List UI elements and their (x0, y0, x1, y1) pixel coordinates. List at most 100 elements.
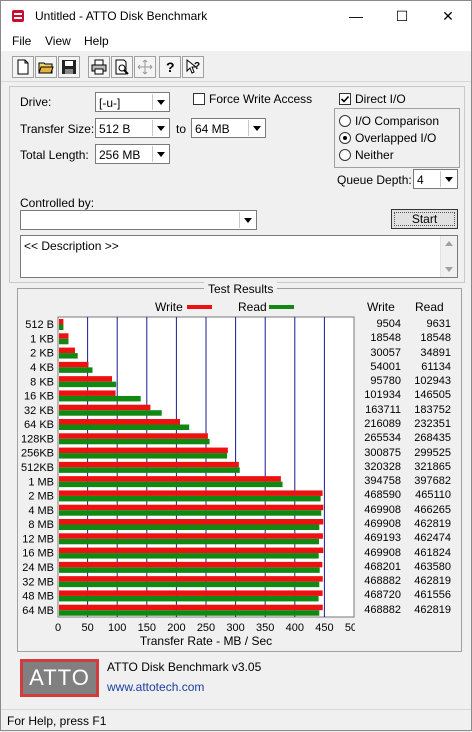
neither-radio[interactable] (339, 149, 351, 161)
write-bar (59, 604, 323, 611)
x-tick-label: 250 (197, 622, 215, 634)
write-value: 469193 (364, 532, 401, 545)
category-label: 128KB (21, 433, 54, 445)
category-label: 48 MB (22, 591, 54, 603)
write-bar (59, 319, 64, 325)
menu-help[interactable]: Help (84, 34, 109, 48)
status-bar: For Help, press F1 (1, 709, 471, 732)
minimize-button[interactable]: — (333, 1, 379, 31)
chevron-down-icon (248, 120, 264, 136)
transfer-rate-chart: 0 50 100 150 200 250 300 350 400 450 500 Transfer R… (21, 316, 355, 648)
print-icon[interactable] (88, 56, 110, 78)
close-button[interactable]: ✕ (425, 1, 471, 31)
x-tick-label: 200 (167, 622, 185, 634)
write-value: 320328 (364, 460, 401, 473)
move-icon[interactable] (134, 56, 156, 78)
drive-select[interactable]: [-u-] (95, 92, 170, 112)
x-tick-label: 50 (81, 622, 93, 634)
write-bar (59, 590, 323, 596)
chevron-down-icon (440, 171, 456, 187)
chevron-down-icon (152, 94, 168, 110)
product-name: ATTO Disk Benchmark v3.05 (107, 660, 262, 674)
svg-text:?: ? (166, 59, 175, 75)
force-write-checkbox[interactable] (193, 93, 205, 105)
checkmark-icon (340, 95, 350, 103)
io-comparison-label: I/O Comparison (355, 114, 440, 128)
read-bar (59, 453, 228, 459)
category-label: 512 B (25, 319, 54, 331)
description-scrollbar[interactable] (440, 236, 457, 277)
category-label: 2 KB (30, 348, 54, 360)
category-label: 8 KB (30, 376, 54, 388)
website-link[interactable]: www.attotech.com (107, 680, 204, 694)
write-value: 163711 (365, 403, 401, 416)
read-value: 9631 (426, 318, 451, 330)
open-icon[interactable] (35, 56, 57, 78)
category-label: 16 KB (24, 391, 54, 403)
category-label: 16 MB (22, 548, 54, 560)
category-label: 64 MB (22, 605, 54, 617)
write-bar (59, 404, 151, 411)
neither-label: Neither (355, 148, 394, 162)
write-bar (59, 347, 75, 354)
total-length-select[interactable]: 256 MB (95, 144, 170, 164)
read-value: 461556 (414, 589, 451, 602)
read-bar (59, 467, 240, 473)
scroll-up-icon (445, 241, 453, 246)
write-value: 30057 (370, 346, 401, 359)
print-preview-icon[interactable] (111, 56, 133, 78)
write-bar (59, 533, 323, 539)
legend-write-label: Write (155, 300, 183, 314)
start-button[interactable]: Start (391, 209, 458, 229)
overlapped-io-radio[interactable] (339, 132, 351, 144)
force-write-label: Force Write Access (209, 92, 313, 106)
x-tick-label: 150 (138, 622, 156, 634)
read-value: 462819 (414, 603, 451, 616)
read-bar (59, 610, 320, 616)
results-table: 9504 9631 18548 18548 30057 34891 54001 61134 95… (355, 314, 455, 616)
write-value: 9504 (376, 318, 401, 330)
app-window: Untitled - ATTO Disk Benchmark — ☐ ✕ Fil… (0, 0, 472, 731)
read-value: 397682 (414, 475, 451, 488)
write-bar (59, 561, 323, 568)
transfer-to-select[interactable]: 64 MB (191, 118, 266, 138)
read-bar (59, 524, 320, 530)
category-label: 24 MB (22, 562, 54, 574)
queue-depth-select[interactable]: 4 (413, 169, 458, 189)
read-bar (59, 553, 319, 559)
menu-file[interactable]: File (12, 34, 31, 48)
menu-bar: File View Help (1, 31, 471, 51)
about-icon[interactable]: ? (159, 56, 181, 78)
category-label: 32 MB (22, 576, 54, 588)
read-value: 463580 (414, 560, 451, 573)
legend-read-label: Read (238, 300, 267, 314)
transfer-from-value: 512 B (99, 122, 131, 136)
read-value: 461824 (414, 546, 451, 559)
maximize-button[interactable]: ☐ (379, 1, 425, 31)
direct-io-checkbox[interactable] (339, 93, 351, 105)
save-icon[interactable] (58, 56, 80, 78)
write-bar (59, 519, 324, 525)
read-bar (59, 367, 93, 373)
io-comparison-radio[interactable] (339, 115, 351, 127)
read-value: 466265 (414, 503, 451, 516)
read-value: 232351 (414, 418, 451, 430)
read-bar (59, 381, 117, 388)
write-value: 54001 (370, 360, 401, 373)
context-help-icon[interactable]: ? (182, 56, 204, 78)
write-bar (59, 447, 228, 454)
write-value: 18548 (370, 332, 401, 345)
controlled-by-select[interactable] (20, 210, 257, 230)
menu-view[interactable]: View (45, 34, 71, 48)
read-value: 34891 (420, 346, 451, 359)
description-box[interactable]: << Description >> (20, 235, 458, 278)
transfer-from-select[interactable]: 512 B (95, 118, 170, 138)
write-bar (59, 376, 113, 382)
write-value: 468720 (364, 589, 401, 602)
write-value: 394758 (364, 475, 401, 488)
queue-depth-label: Queue Depth: (337, 173, 412, 187)
legend-read-swatch (269, 305, 294, 309)
write-bar (59, 547, 324, 554)
write-value: 468882 (364, 575, 401, 588)
new-icon[interactable] (12, 56, 34, 78)
